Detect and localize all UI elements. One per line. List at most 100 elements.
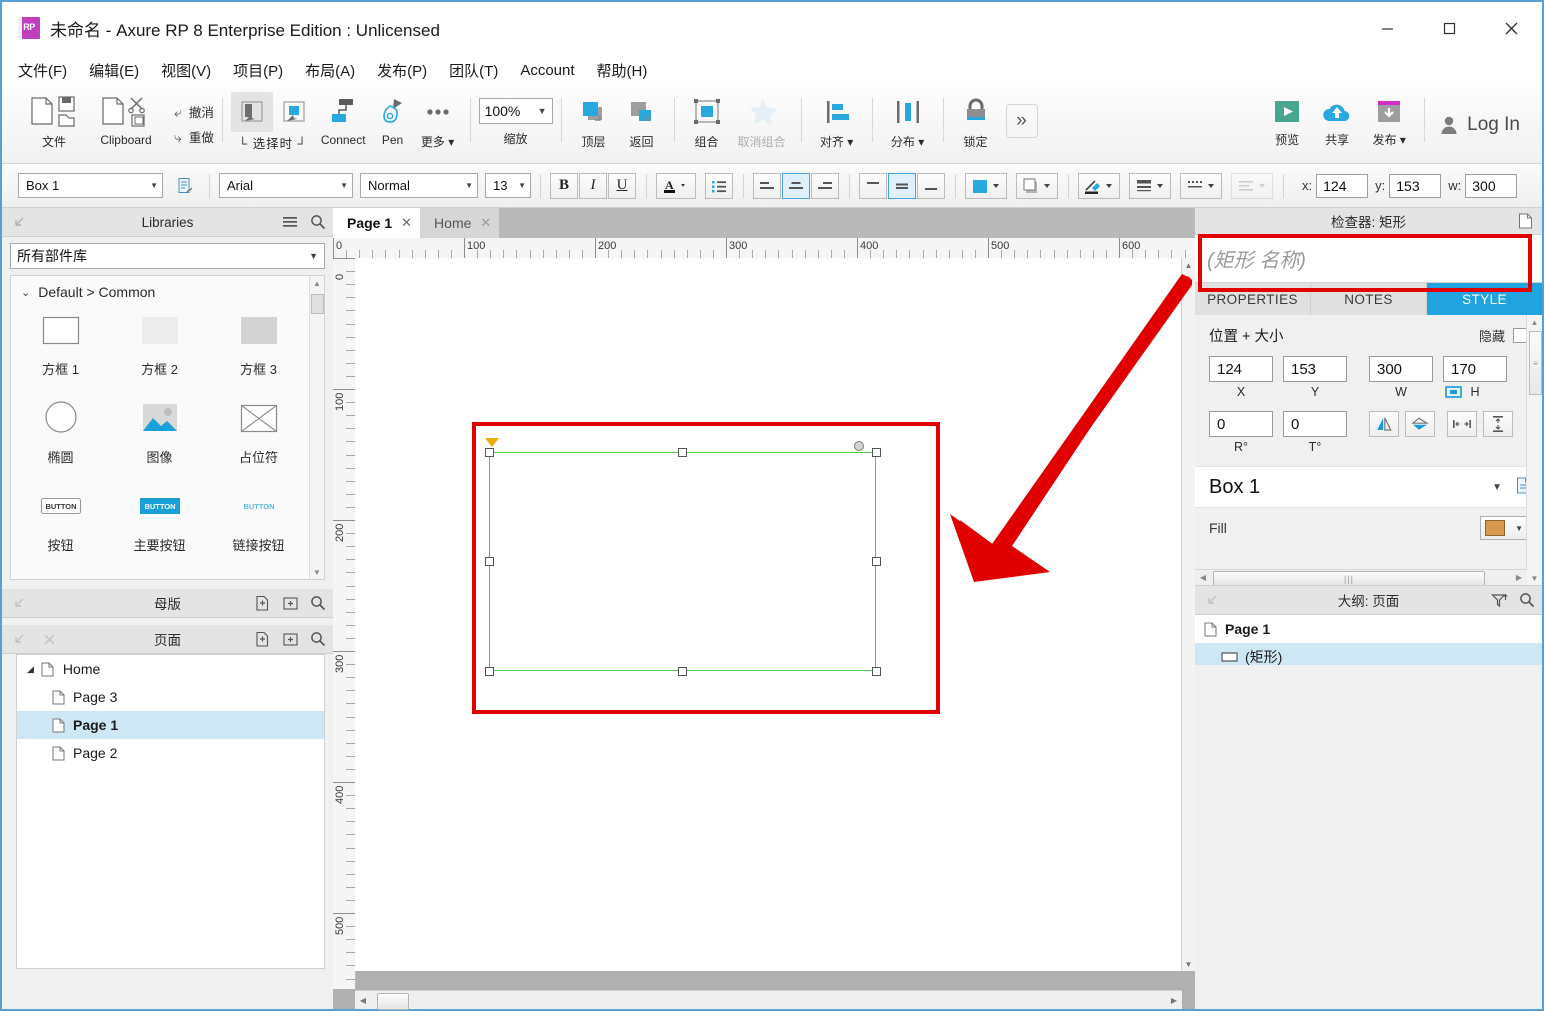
scroll-up-icon[interactable]: ▲ <box>310 276 324 290</box>
menu-team[interactable]: 团队(T) <box>449 60 498 81</box>
connect-button[interactable]: Connect <box>315 86 372 147</box>
scroll-down-icon[interactable]: ▼ <box>1182 957 1195 971</box>
search-icon[interactable] <box>309 594 327 612</box>
library-item-image[interactable]: 图像 <box>110 396 209 466</box>
search-icon[interactable] <box>309 630 327 648</box>
zoom-select[interactable]: 100% ▼ <box>479 98 553 124</box>
select-contain-button[interactable] <box>273 92 315 132</box>
undo-button[interactable]: ⤶ 撤消 <box>174 102 214 121</box>
underline-button[interactable]: U <box>608 173 636 199</box>
bold-button[interactable]: B <box>550 173 578 199</box>
menu-help[interactable]: 帮助(H) <box>597 60 648 81</box>
resize-handle[interactable] <box>872 557 881 566</box>
lock-aspect-ratio-icon[interactable] <box>1445 385 1462 402</box>
library-item-link-button[interactable]: BUTTON 链接按钮 <box>209 484 308 554</box>
inspector-horizontal-scrollbar[interactable]: ◀ ||| ▶ <box>1195 569 1527 585</box>
lock-button[interactable]: 锁定 <box>952 86 1000 150</box>
expand-arrow-icon[interactable] <box>10 630 28 648</box>
fit-width-button[interactable] <box>1447 411 1477 437</box>
search-icon[interactable] <box>309 213 327 231</box>
align-center-button[interactable] <box>782 173 810 199</box>
selected-rectangle-widget[interactable] <box>489 452 876 671</box>
tab-notes[interactable]: NOTES <box>1311 283 1427 315</box>
scroll-up-icon[interactable]: ▲ <box>1527 315 1542 329</box>
italic-button[interactable]: I <box>579 173 607 199</box>
bring-front-button[interactable]: 顶层 <box>570 86 618 150</box>
close-button[interactable] <box>1480 2 1542 54</box>
library-item-ellipse[interactable]: 椭圆 <box>11 396 110 466</box>
fill-color-button[interactable] <box>965 173 1007 199</box>
tab-style[interactable]: STYLE <box>1427 283 1542 315</box>
tree-row-page2[interactable]: Page 2 <box>17 739 324 767</box>
inspector-note-icon[interactable] <box>1516 212 1534 230</box>
scroll-down-icon[interactable]: ▼ <box>310 565 324 579</box>
scroll-left-icon[interactable]: ◀ <box>355 996 371 1005</box>
menu-project[interactable]: 项目(P) <box>233 60 283 81</box>
align-left-button[interactable] <box>753 173 781 199</box>
vertical-ruler[interactable]: 0100200300400500 <box>333 258 356 989</box>
horizontal-ruler[interactable]: 0100200300400500600 <box>333 238 1195 259</box>
x-input[interactable]: 124 <box>1316 174 1368 198</box>
inspector-w-input[interactable]: 300 <box>1369 356 1433 382</box>
menu-file[interactable]: 文件(F) <box>18 60 67 81</box>
library-item-box2[interactable]: 方框 2 <box>110 308 209 378</box>
tab-properties[interactable]: PROPERTIES <box>1195 283 1311 315</box>
toolbar-overflow-button[interactable]: » <box>1000 86 1044 138</box>
close-panel-icon[interactable] <box>40 630 58 648</box>
valign-top-button[interactable] <box>859 173 887 199</box>
inspector-x-input[interactable]: 124 <box>1209 356 1273 382</box>
widget-style-row[interactable]: Box 1 ▼ <box>1195 466 1542 508</box>
rotate-handle[interactable] <box>854 441 864 451</box>
style-manager-button[interactable] <box>171 173 199 199</box>
canvas-vertical-scrollbar[interactable]: ▲ ▼ <box>1181 258 1195 971</box>
widget-style-select[interactable]: Box 1 ▼ <box>18 173 163 198</box>
add-folder-icon[interactable] <box>281 630 299 648</box>
scrollbar-thumb[interactable]: ≡ <box>1529 331 1542 395</box>
menu-edit[interactable]: 编辑(E) <box>89 60 139 81</box>
scroll-right-icon[interactable]: ▶ <box>1513 573 1525 582</box>
close-icon[interactable]: ✕ <box>401 215 412 231</box>
design-canvas[interactable] <box>355 258 1182 971</box>
widget-name-input[interactable]: (矩形 名称) <box>1195 235 1542 283</box>
maximize-button[interactable] <box>1418 2 1480 54</box>
font-family-select[interactable]: Arial ▼ <box>219 173 353 198</box>
tree-row-home[interactable]: ◢ Home <box>17 655 324 683</box>
pen-button[interactable]: Pen <box>372 86 414 147</box>
tab-home[interactable]: Home ✕ <box>420 208 499 238</box>
search-icon[interactable] <box>1518 591 1536 609</box>
send-back-button[interactable]: 返回 <box>618 86 666 150</box>
align-button[interactable]: 对齐 ▾ <box>810 86 864 150</box>
scrollbar-thumb[interactable]: ||| <box>1213 571 1485 586</box>
distribute-button[interactable]: 分布 ▾ <box>881 86 935 150</box>
valign-bottom-button[interactable] <box>917 173 945 199</box>
tree-row-page1[interactable]: Page 1 <box>17 711 324 739</box>
inspector-rotation-input[interactable]: 0 <box>1209 411 1273 437</box>
canvas-horizontal-scrollbar[interactable]: ◀ ▶ <box>355 990 1182 1009</box>
publish-button[interactable]: 发布 ▾ <box>1362 86 1416 148</box>
add-master-icon[interactable] <box>253 594 271 612</box>
resize-handle[interactable] <box>872 448 881 457</box>
flip-vertical-button[interactable] <box>1405 411 1435 437</box>
library-item-box3[interactable]: 方框 3 <box>209 308 308 378</box>
outline-row-page[interactable]: Page 1 <box>1195 615 1542 643</box>
resize-handle[interactable] <box>485 667 494 676</box>
resize-handle[interactable] <box>485 557 494 566</box>
y-input[interactable]: 153 <box>1389 174 1441 198</box>
line-color-button[interactable] <box>1078 173 1120 199</box>
resize-handle[interactable] <box>485 448 494 457</box>
menu-view[interactable]: 视图(V) <box>161 60 211 81</box>
add-folder-icon[interactable] <box>281 594 299 612</box>
libraries-scrollbar[interactable]: ▲ ▼ <box>309 276 324 579</box>
login-button[interactable]: Log In <box>1433 86 1542 164</box>
library-item-primary-button[interactable]: BUTTON 主要按钮 <box>110 484 209 554</box>
inspector-vertical-scrollbar[interactable]: ▲ ≡ ▼ <box>1526 315 1542 585</box>
minimize-button[interactable] <box>1356 2 1418 54</box>
fill-color-picker[interactable]: ▼ <box>1480 516 1528 540</box>
inspector-h-input[interactable]: 170 <box>1443 356 1507 382</box>
tab-page1[interactable]: Page 1 ✕ <box>333 208 420 238</box>
resize-handle[interactable] <box>872 667 881 676</box>
select-intersect-button[interactable] <box>231 92 273 132</box>
scrollbar-thumb[interactable] <box>377 993 409 1010</box>
collapse-arrow-icon[interactable] <box>1203 591 1221 609</box>
close-icon[interactable]: ✕ <box>480 215 491 231</box>
